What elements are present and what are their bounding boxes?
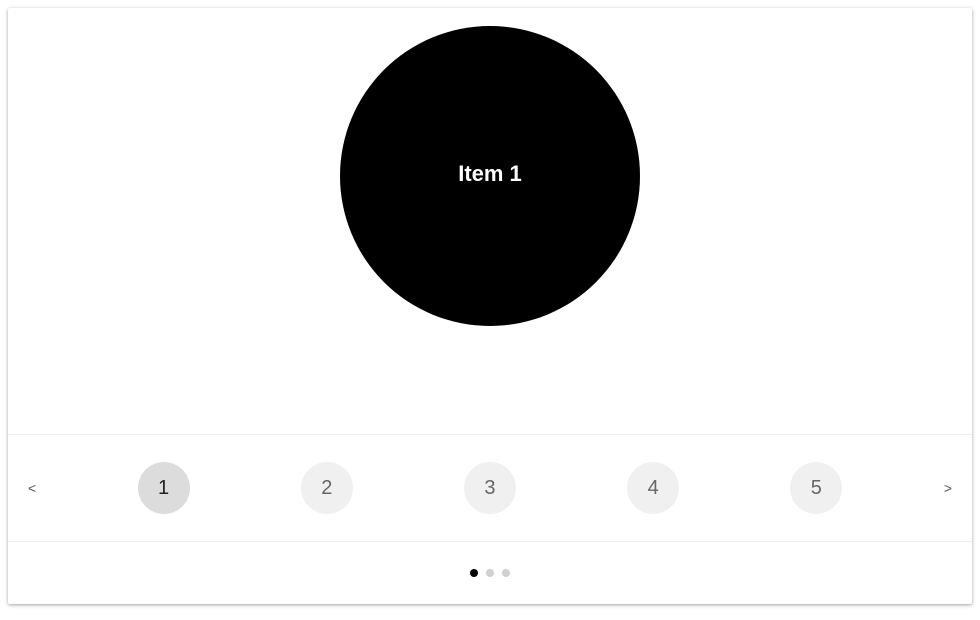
carousel-pagination-dots <box>8 542 972 604</box>
thumbnail-label: 2 <box>321 477 332 500</box>
carousel-main: Item 1 <box>8 8 972 434</box>
thumbnail-label: 4 <box>648 477 659 500</box>
carousel-card: Item 1 < 1 2 3 4 5 > <box>8 8 972 604</box>
thumbnail-label: 3 <box>484 477 495 500</box>
carousel-thumbnails-row: < 1 2 3 4 5 > <box>8 434 972 542</box>
thumbnail-label: 5 <box>811 477 822 500</box>
carousel-thumbnail-5[interactable]: 5 <box>790 462 842 514</box>
carousel-dot-3[interactable] <box>502 569 510 577</box>
carousel-thumbnail-2[interactable]: 2 <box>301 462 353 514</box>
carousel-dot-1[interactable] <box>470 569 478 577</box>
carousel-dot-2[interactable] <box>486 569 494 577</box>
thumbnail-label: 1 <box>158 477 169 500</box>
carousel-next-button[interactable]: > <box>928 480 952 496</box>
carousel-thumbnail-4[interactable]: 4 <box>627 462 679 514</box>
carousel-thumbnail-1[interactable]: 1 <box>138 462 190 514</box>
chevron-right-icon: > <box>944 480 952 496</box>
carousel-thumbnail-3[interactable]: 3 <box>464 462 516 514</box>
chevron-left-icon: < <box>28 480 36 496</box>
carousel-current-item[interactable]: Item 1 <box>340 26 640 326</box>
carousel-current-item-label: Item 1 <box>458 161 522 187</box>
carousel-thumbnails: 1 2 3 4 5 <box>52 462 928 514</box>
carousel-prev-button[interactable]: < <box>28 480 52 496</box>
